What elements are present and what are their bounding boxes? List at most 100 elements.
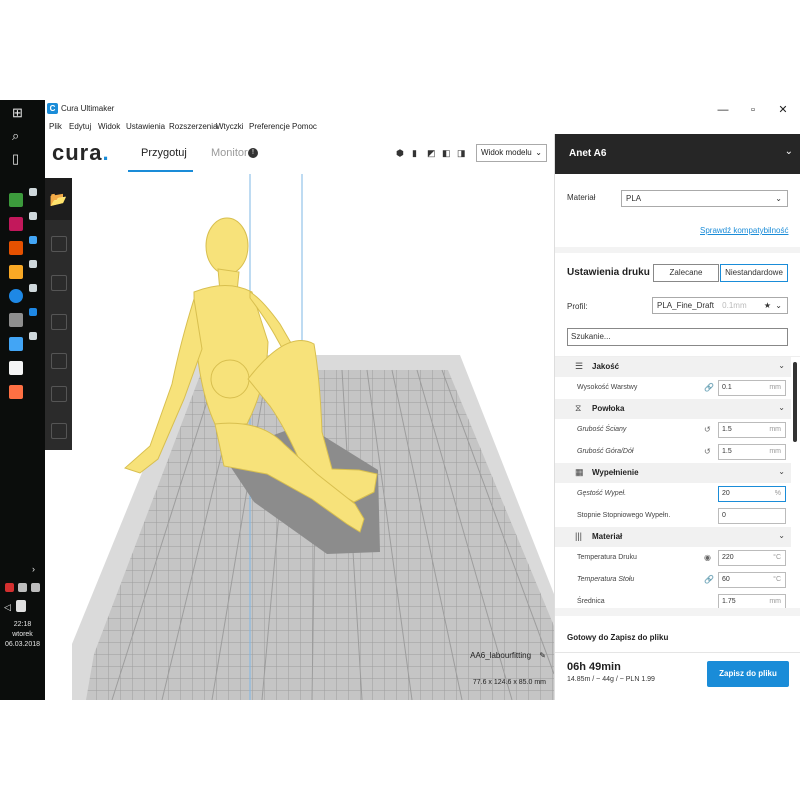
reset-icon[interactable]: ↺ xyxy=(704,425,711,434)
mirror-tool-icon[interactable] xyxy=(51,353,67,369)
notification-icon[interactable] xyxy=(16,600,26,612)
app-icon[interactable] xyxy=(9,313,23,327)
windows-icon[interactable]: ⊞ xyxy=(12,106,23,120)
menu-plugins[interactable]: Wtyczki xyxy=(216,122,244,131)
browser-icon[interactable] xyxy=(9,289,23,303)
wall-thickness-input[interactable]: 1.5 mm xyxy=(718,422,786,438)
settings-scrollbar[interactable] xyxy=(793,362,797,442)
rotate-tool-icon[interactable] xyxy=(51,314,67,330)
bed-temperature-input[interactable]: 60 °C xyxy=(718,572,786,588)
taskbar-clock[interactable]: 22:18 wtorek 06.03.2018 xyxy=(0,620,45,650)
task-view-icon[interactable]: ▯ xyxy=(12,152,19,166)
profile-select[interactable]: PLA_Fine_Draft 0.1mm ★ ⌄ xyxy=(652,297,788,314)
chevron-up-icon[interactable]: › xyxy=(32,562,35,576)
quality-icon: ☰ xyxy=(575,361,584,371)
menu-extensions[interactable]: Rozszerzenia xyxy=(169,122,217,131)
pinned-icon[interactable] xyxy=(29,188,37,196)
maximize-button[interactable]: ▫ xyxy=(738,101,768,119)
open-file-icon[interactable]: 📂 xyxy=(45,178,72,220)
folder-icon[interactable] xyxy=(9,265,23,279)
category-material[interactable]: ||| Materiał ⌄ xyxy=(555,527,791,547)
material-select[interactable]: PLA ⌄ xyxy=(621,190,788,207)
setting-row: Stopnie Stopniowego Wypełn. 0 xyxy=(555,505,791,527)
app-icon[interactable] xyxy=(9,193,23,207)
star-icon[interactable]: ★ xyxy=(764,298,771,313)
save-to-file-button[interactable]: Zapisz do pliku xyxy=(707,661,789,687)
search-placeholder: Szukanie... xyxy=(571,332,611,341)
move-tool-icon[interactable] xyxy=(51,236,67,252)
tray-icon[interactable] xyxy=(5,583,14,592)
check-compatibility-link[interactable]: Sprawdź kompatybilność xyxy=(700,226,788,235)
pinned-icon[interactable] xyxy=(29,308,37,316)
chevron-down-icon: ⌄ xyxy=(784,146,793,157)
category-infill[interactable]: ▦ Wypełnienie ⌄ xyxy=(555,463,791,483)
tool-sidebar: 📂 xyxy=(45,178,72,450)
menu-settings[interactable]: Ustawienia xyxy=(126,122,165,131)
3d-viewport[interactable]: AA6_labourfitting ✎ 77.6 x 124.6 x 85.0 … xyxy=(72,174,554,700)
tab-monitor[interactable]: Monitor xyxy=(211,147,248,159)
tab-prepare[interactable]: Przygotuj xyxy=(141,147,187,159)
layer-height-input[interactable]: 0.1 mm xyxy=(718,380,786,396)
view-mode-value: Widok modelu xyxy=(481,148,532,157)
info-icon: ! xyxy=(248,148,258,158)
view-right-icon[interactable]: ◨ xyxy=(457,149,466,158)
pinned-icon[interactable] xyxy=(29,260,37,268)
link-icon[interactable]: 🔗 xyxy=(704,575,714,584)
cura-app-icon: C xyxy=(47,103,58,114)
setting-row: Temperatura Druku ◉ 220 °C xyxy=(555,547,791,569)
info-icon[interactable]: ◉ xyxy=(704,553,711,562)
app-icon[interactable] xyxy=(9,385,23,399)
clock-day: wtorek xyxy=(12,631,33,638)
minimize-button[interactable]: — xyxy=(708,101,738,119)
category-quality[interactable]: ☰ Jakość ⌄ xyxy=(555,357,791,377)
scale-tool-icon[interactable] xyxy=(51,275,67,291)
app-icon[interactable] xyxy=(9,217,23,231)
pinned-icon[interactable] xyxy=(29,236,37,244)
mode-recommended-button[interactable]: Zalecane xyxy=(653,264,719,282)
per-model-settings-icon[interactable] xyxy=(51,386,67,402)
view-front-icon[interactable]: ▮ xyxy=(412,149,421,158)
chevron-down-icon: ⌄ xyxy=(775,301,782,310)
reset-icon[interactable]: ↺ xyxy=(704,447,711,456)
category-shell[interactable]: ⧖ Powłoka ⌄ xyxy=(555,399,791,419)
settings-list[interactable]: ☰ Jakość ⌄ Wysokość Warstwy 🔗 0.1 mm ⧖ Po… xyxy=(555,356,800,608)
pinned-icon[interactable] xyxy=(29,284,37,292)
volume-icon[interactable]: ◁ xyxy=(4,600,11,614)
print-temperature-input[interactable]: 220 °C xyxy=(718,550,786,566)
infill-icon: ▦ xyxy=(575,467,584,477)
pinned-icon[interactable] xyxy=(29,332,37,340)
settings-search-input[interactable]: Szukanie... xyxy=(567,328,788,346)
chevron-down-icon: ⌄ xyxy=(778,361,785,370)
app-icon[interactable] xyxy=(9,361,23,375)
menu-file[interactable]: Plik xyxy=(49,122,62,131)
view-left-icon[interactable]: ◧ xyxy=(442,149,451,158)
view-3d-icon[interactable]: ⬢ xyxy=(396,149,405,158)
top-bottom-input[interactable]: 1.5 mm xyxy=(718,444,786,460)
input-value: 1.5 xyxy=(722,448,732,455)
close-button[interactable]: ✕ xyxy=(768,101,798,119)
menu-view[interactable]: Widok xyxy=(98,122,120,131)
setting-row: Temperatura Stołu 🔗 60 °C xyxy=(555,569,791,591)
view-top-icon[interactable]: ◩ xyxy=(427,149,436,158)
pinned-icon[interactable] xyxy=(29,212,37,220)
setting-label: Temperatura Druku xyxy=(577,554,637,561)
infill-density-input[interactable]: 20% xyxy=(718,486,786,502)
support-blocker-icon[interactable] xyxy=(51,423,67,439)
diameter-input[interactable]: 1.75 mm xyxy=(718,594,786,608)
profile-sub: 0.1mm xyxy=(722,301,747,310)
edit-icon[interactable]: ✎ xyxy=(539,651,546,660)
search-icon[interactable]: ⌕ xyxy=(12,129,19,143)
view-mode-select[interactable]: Widok modelu ⌄ xyxy=(476,144,547,162)
menu-edit[interactable]: Edytuj xyxy=(69,122,91,131)
app-icon[interactable] xyxy=(9,337,23,351)
menu-preferences[interactable]: Preferencje xyxy=(249,122,290,131)
tray-icon[interactable] xyxy=(18,583,27,592)
tray-icon[interactable] xyxy=(31,583,40,592)
menu-help[interactable]: Pomoc xyxy=(292,122,317,131)
app-icon[interactable] xyxy=(9,241,23,255)
setting-row: Gęstość Wypeł. 20% xyxy=(555,483,791,505)
link-icon[interactable]: 🔗 xyxy=(704,383,714,392)
mode-custom-button[interactable]: Niestandardowe xyxy=(720,264,788,282)
gradual-infill-input[interactable]: 0 xyxy=(718,508,786,524)
printer-selector[interactable]: Anet A6 ⌄ xyxy=(555,134,800,174)
